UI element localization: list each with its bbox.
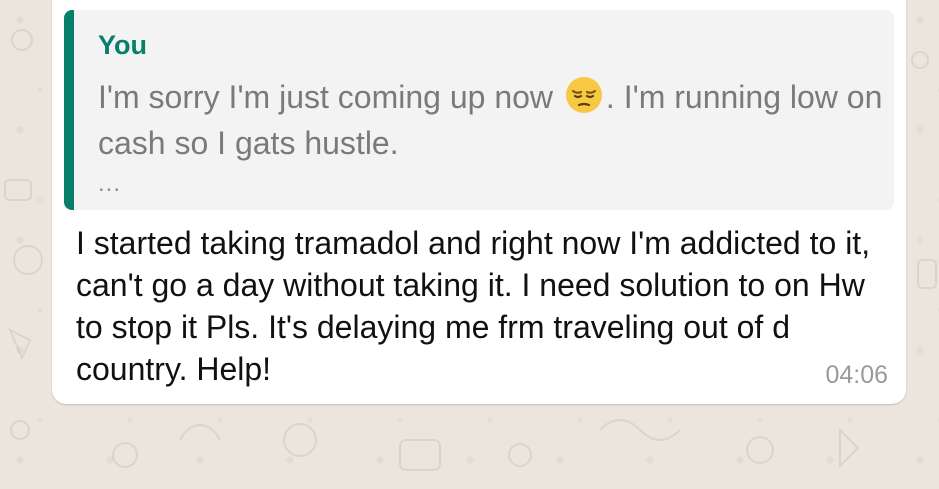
quoted-message[interactable]: You I'm sorry I'm just coming up now . I… [64, 10, 894, 210]
pensive-face-icon [565, 77, 602, 113]
quoted-ellipsis: ... [98, 170, 122, 197]
quoted-author: You [98, 30, 147, 60]
message-body: I started taking tramadol and right now … [76, 225, 871, 387]
quoted-text: I'm sorry I'm just coming up now . I'm r… [98, 74, 888, 166]
message-bubble[interactable]: You I'm sorry I'm just coming up now . I… [52, 0, 906, 404]
message-timestamp: 04:06 [825, 361, 888, 389]
quote-accent-bar [64, 10, 74, 210]
quoted-text-part-1: I'm sorry I'm just coming up now [98, 79, 554, 115]
